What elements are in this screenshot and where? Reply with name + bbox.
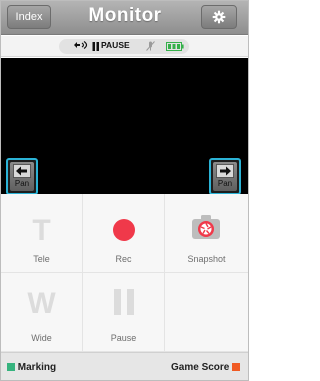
game-score-color-swatch: [232, 362, 241, 371]
pan-left-label: Pan: [14, 179, 30, 188]
camera-preview: Pan Pan: [1, 58, 248, 195]
marking-color-swatch: [7, 362, 15, 371]
arrow-right-icon: [216, 164, 234, 178]
camera-shutter-icon: [192, 215, 220, 239]
wide-glyph: W: [27, 287, 56, 320]
game-score-label: Game Score: [171, 362, 230, 373]
bottom-bar: Marking Game Score: [1, 352, 248, 380]
page-title: Monitor: [88, 5, 162, 26]
settings-button[interactable]: [201, 5, 237, 29]
tele-label: Tele: [33, 254, 50, 264]
pan-right-label: Pan: [217, 179, 233, 188]
marking-button[interactable]: Marking: [7, 362, 56, 373]
pause-icon: [114, 289, 134, 315]
pan-right-button[interactable]: Pan: [209, 158, 241, 195]
battery-full-icon: [166, 42, 184, 51]
pan-left-face: Pan: [10, 162, 34, 191]
monitor-screen: Index Monitor PAUSE Pan Pan T Tele Rec S…: [0, 0, 249, 381]
record-icon: [113, 219, 135, 241]
status-bar: PAUSE: [1, 36, 248, 57]
wide-label: Wide: [31, 333, 52, 343]
snapshot-button[interactable]: Snapshot: [165, 194, 248, 273]
game-score-button[interactable]: Game Score: [171, 362, 241, 373]
pan-left-button[interactable]: Pan: [6, 158, 38, 195]
empty-control-slot: [165, 273, 248, 352]
top-bar: Index Monitor: [1, 1, 248, 35]
camera-controls: T Tele Rec Snapshot W Wide Pause: [1, 194, 248, 352]
pause-status-icon: [92, 42, 99, 51]
snapshot-label: Snapshot: [187, 254, 226, 264]
rec-label: Rec: [115, 254, 132, 264]
arrow-left-icon: [13, 164, 31, 178]
pan-right-face: Pan: [213, 162, 237, 191]
rec-button[interactable]: Rec: [83, 194, 165, 273]
pause-button[interactable]: Pause: [83, 273, 165, 352]
pause-label: Pause: [110, 333, 137, 343]
marking-label: Marking: [17, 362, 57, 373]
wide-button[interactable]: W Wide: [1, 273, 83, 352]
tele-glyph: T: [32, 214, 51, 247]
wifi-signal-icon: [74, 41, 88, 49]
tele-button[interactable]: T Tele: [1, 194, 83, 273]
status-mode-label: PAUSE: [101, 40, 130, 50]
gear-icon: [212, 10, 226, 24]
index-button[interactable]: Index: [7, 5, 51, 29]
microphone-muted-icon: [146, 41, 155, 51]
